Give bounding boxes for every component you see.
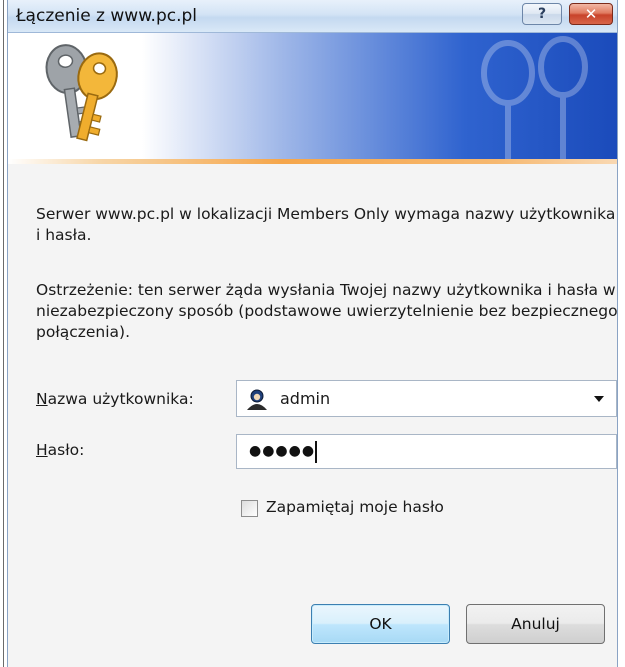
cancel-button[interactable]: Anuluj (466, 604, 605, 644)
help-button[interactable]: ? (522, 3, 562, 25)
keys-watermark-icon (481, 36, 588, 159)
ok-button-label: OK (369, 615, 392, 633)
username-value: admin (280, 389, 331, 408)
window-title: Łączenie z www.pc.pl (16, 6, 197, 26)
username-combobox[interactable]: admin (236, 380, 617, 417)
username-label: Nazwa użytkownika: (36, 390, 194, 408)
password-masked-value: ●●●●● (249, 443, 316, 459)
dialog-banner (8, 33, 617, 159)
username-label-mnemonic: N (36, 390, 48, 408)
background-window-edge (3, 0, 4, 667)
password-label-mnemonic: H (36, 441, 48, 459)
remember-password-label[interactable]: Zapamiętaj moje hasło (266, 498, 444, 516)
user-account-icon (247, 389, 267, 410)
keys-icon (45, 44, 118, 142)
title-bar[interactable]: Łączenie z www.pc.pl ? ✕ (8, 0, 617, 33)
password-field[interactable]: ●●●●● (236, 434, 617, 469)
remember-password-checkbox[interactable] (241, 500, 258, 517)
chevron-down-icon[interactable] (594, 396, 604, 402)
ok-button[interactable]: OK (311, 604, 450, 644)
banner-accent-stripe (8, 159, 617, 164)
password-label-text: asło: (47, 441, 85, 459)
text-caret (315, 441, 317, 463)
security-warning: Ostrzeżenie: ten serwer żąda wysłania Tw… (36, 281, 618, 341)
password-label: Hasło: (36, 441, 84, 459)
close-button[interactable]: ✕ (569, 3, 613, 25)
close-icon: ✕ (584, 5, 598, 23)
server-message: Serwer www.pc.pl w lokalizacji Members O… (36, 205, 616, 244)
login-dialog: Łączenie z www.pc.pl ? ✕ Serwer www.pc.p… (7, 0, 618, 667)
help-icon: ? (537, 6, 547, 22)
username-label-text: azwa użytkownika: (47, 390, 194, 408)
cancel-button-label: Anuluj (511, 615, 560, 633)
